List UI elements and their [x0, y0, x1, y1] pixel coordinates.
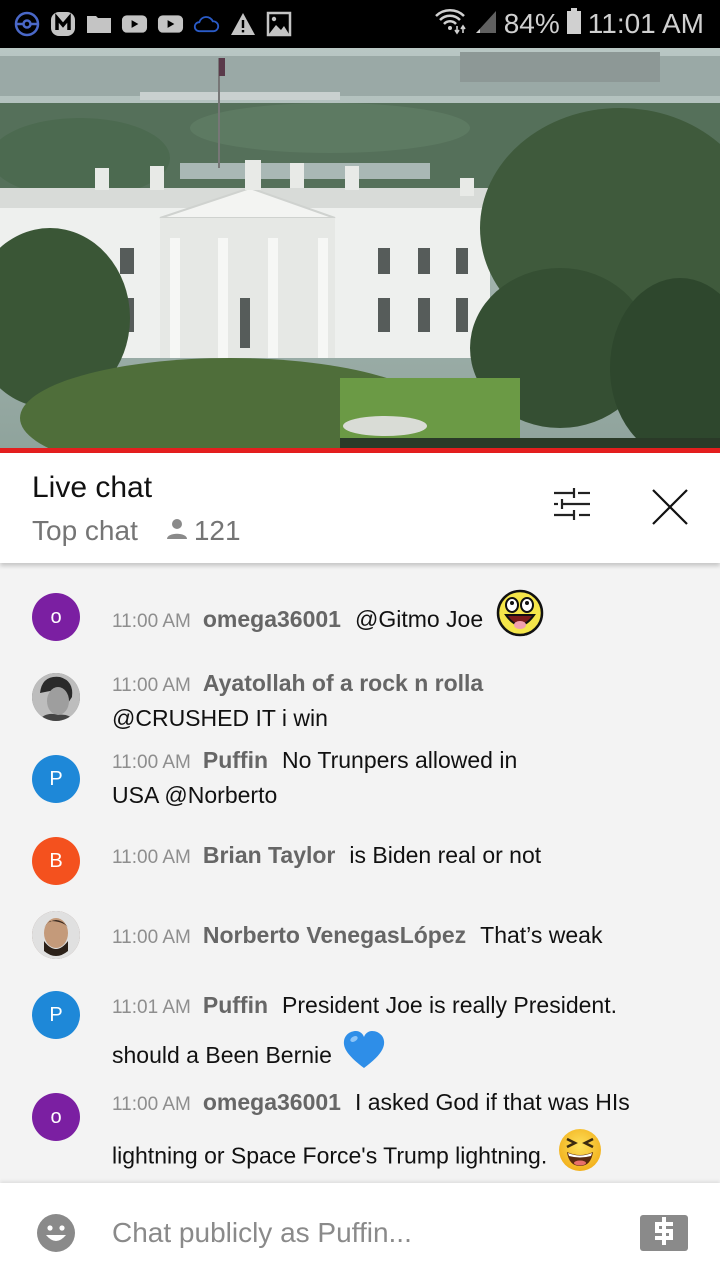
avatar-letter: P	[49, 767, 63, 790]
avatar-letter: B	[49, 849, 63, 872]
wifi-icon	[434, 7, 468, 42]
message-author[interactable]: Brian Taylor	[203, 842, 336, 868]
notification-icons	[0, 11, 292, 38]
message-body: 11:00 AM omega36001 @Gitmo Joe	[112, 589, 692, 645]
super-chat-button[interactable]	[640, 1215, 688, 1251]
status-bar: 84% 11:01 AM	[0, 0, 720, 48]
message-author[interactable]: omega36001	[203, 1089, 341, 1115]
battery-icon	[566, 7, 582, 42]
message-timestamp: 11:01 AM	[112, 997, 191, 1018]
avatar[interactable]: o	[32, 593, 80, 641]
folder-icon	[85, 11, 112, 38]
avatar[interactable]: P	[32, 991, 80, 1039]
chat-mode-selector[interactable]: Top chat 121	[32, 515, 241, 547]
avatar[interactable]: B	[32, 837, 80, 885]
warning-icon	[229, 11, 256, 38]
awesome-face-emoji-icon	[496, 589, 544, 645]
message-author[interactable]: Puffin	[203, 747, 268, 773]
message-text: @Gitmo Joe	[354, 606, 484, 633]
message-text: is Biden real or not	[349, 842, 542, 868]
live-chat-header: Live chat Top chat 121	[0, 453, 720, 563]
blue-heart-emoji-icon	[342, 1030, 386, 1084]
chat-input-bar	[0, 1183, 720, 1280]
avatar-letter: o	[50, 605, 62, 628]
chat-message-list[interactable]: o 11:00 AM omega36001 @Gitmo Joe 11:00 AM A…	[0, 563, 720, 1183]
youtube-icon	[121, 11, 148, 38]
message-timestamp: 11:00 AM	[112, 752, 191, 773]
smiley-icon	[36, 1214, 76, 1257]
message-timestamp: 11:00 AM	[112, 1094, 191, 1115]
emoji-picker-button[interactable]	[36, 1213, 76, 1253]
message-timestamp: 11:00 AM	[112, 847, 191, 868]
image-icon	[265, 11, 292, 38]
status-right: 84% 11:01 AM	[434, 0, 704, 48]
avatar-photo	[32, 673, 80, 721]
dollar-icon	[652, 1216, 676, 1251]
message-author[interactable]: omega36001	[203, 606, 341, 632]
filter-button[interactable]	[552, 487, 600, 527]
battery-percent: 84%	[503, 8, 560, 39]
m-app-icon	[49, 11, 76, 38]
chat-message-input[interactable]	[112, 1211, 612, 1255]
viewer-count: 121	[166, 515, 241, 547]
message-author[interactable]: Ayatollah of a rock n rolla	[203, 670, 483, 696]
viewer-count-value: 121	[193, 515, 241, 546]
message-body: 11:00 AM omega36001 I asked God if that wa…	[112, 1079, 682, 1183]
tune-icon	[552, 488, 592, 527]
clock: 11:01 AM	[587, 8, 704, 39]
message-text: That’s weak	[480, 922, 603, 948]
message-body: 11:00 AM Norberto VenegasLópez That’s weak	[112, 919, 692, 954]
signal-icon	[474, 7, 498, 42]
message-body: 11:01 AM Puffin President Joe is really Pr…	[112, 983, 672, 1084]
close-chat-button[interactable]	[650, 487, 694, 531]
youtube-icon	[157, 11, 184, 38]
pokeball-icon	[13, 11, 40, 38]
message-author[interactable]: Norberto VenegasLópez	[203, 922, 466, 948]
close-icon	[650, 489, 690, 531]
video-frame-white-house	[0, 48, 720, 450]
message-body: 11:00 AM Brian Taylor is Biden real or not	[112, 839, 692, 874]
avatar[interactable]: o	[32, 1093, 80, 1141]
person-icon	[166, 515, 188, 547]
message-text: @CRUSHED IT i win	[112, 705, 328, 731]
avatar[interactable]: P	[32, 755, 80, 803]
message-body: 11:00 AM Ayatollah of a rock n rolla @CRU…	[112, 667, 692, 734]
message-timestamp: 11:00 AM	[112, 927, 191, 948]
chat-mode-label: Top chat	[32, 515, 138, 546]
video-player[interactable]	[0, 48, 720, 450]
cloud-icon	[193, 11, 220, 38]
avatar-photo	[32, 911, 80, 959]
live-chat-title: Live chat	[32, 471, 153, 504]
laughing-face-emoji-icon	[558, 1128, 602, 1183]
message-body: 11:00 AM Puffin No Trunpers allowed in USA…	[112, 744, 552, 811]
message-author[interactable]: Puffin	[203, 992, 268, 1018]
avatar[interactable]	[32, 673, 80, 721]
avatar[interactable]	[32, 911, 80, 959]
message-timestamp: 11:00 AM	[112, 675, 191, 696]
avatar-letter: P	[49, 1003, 63, 1026]
avatar-letter: o	[50, 1105, 62, 1128]
message-timestamp: 11:00 AM	[112, 611, 191, 633]
